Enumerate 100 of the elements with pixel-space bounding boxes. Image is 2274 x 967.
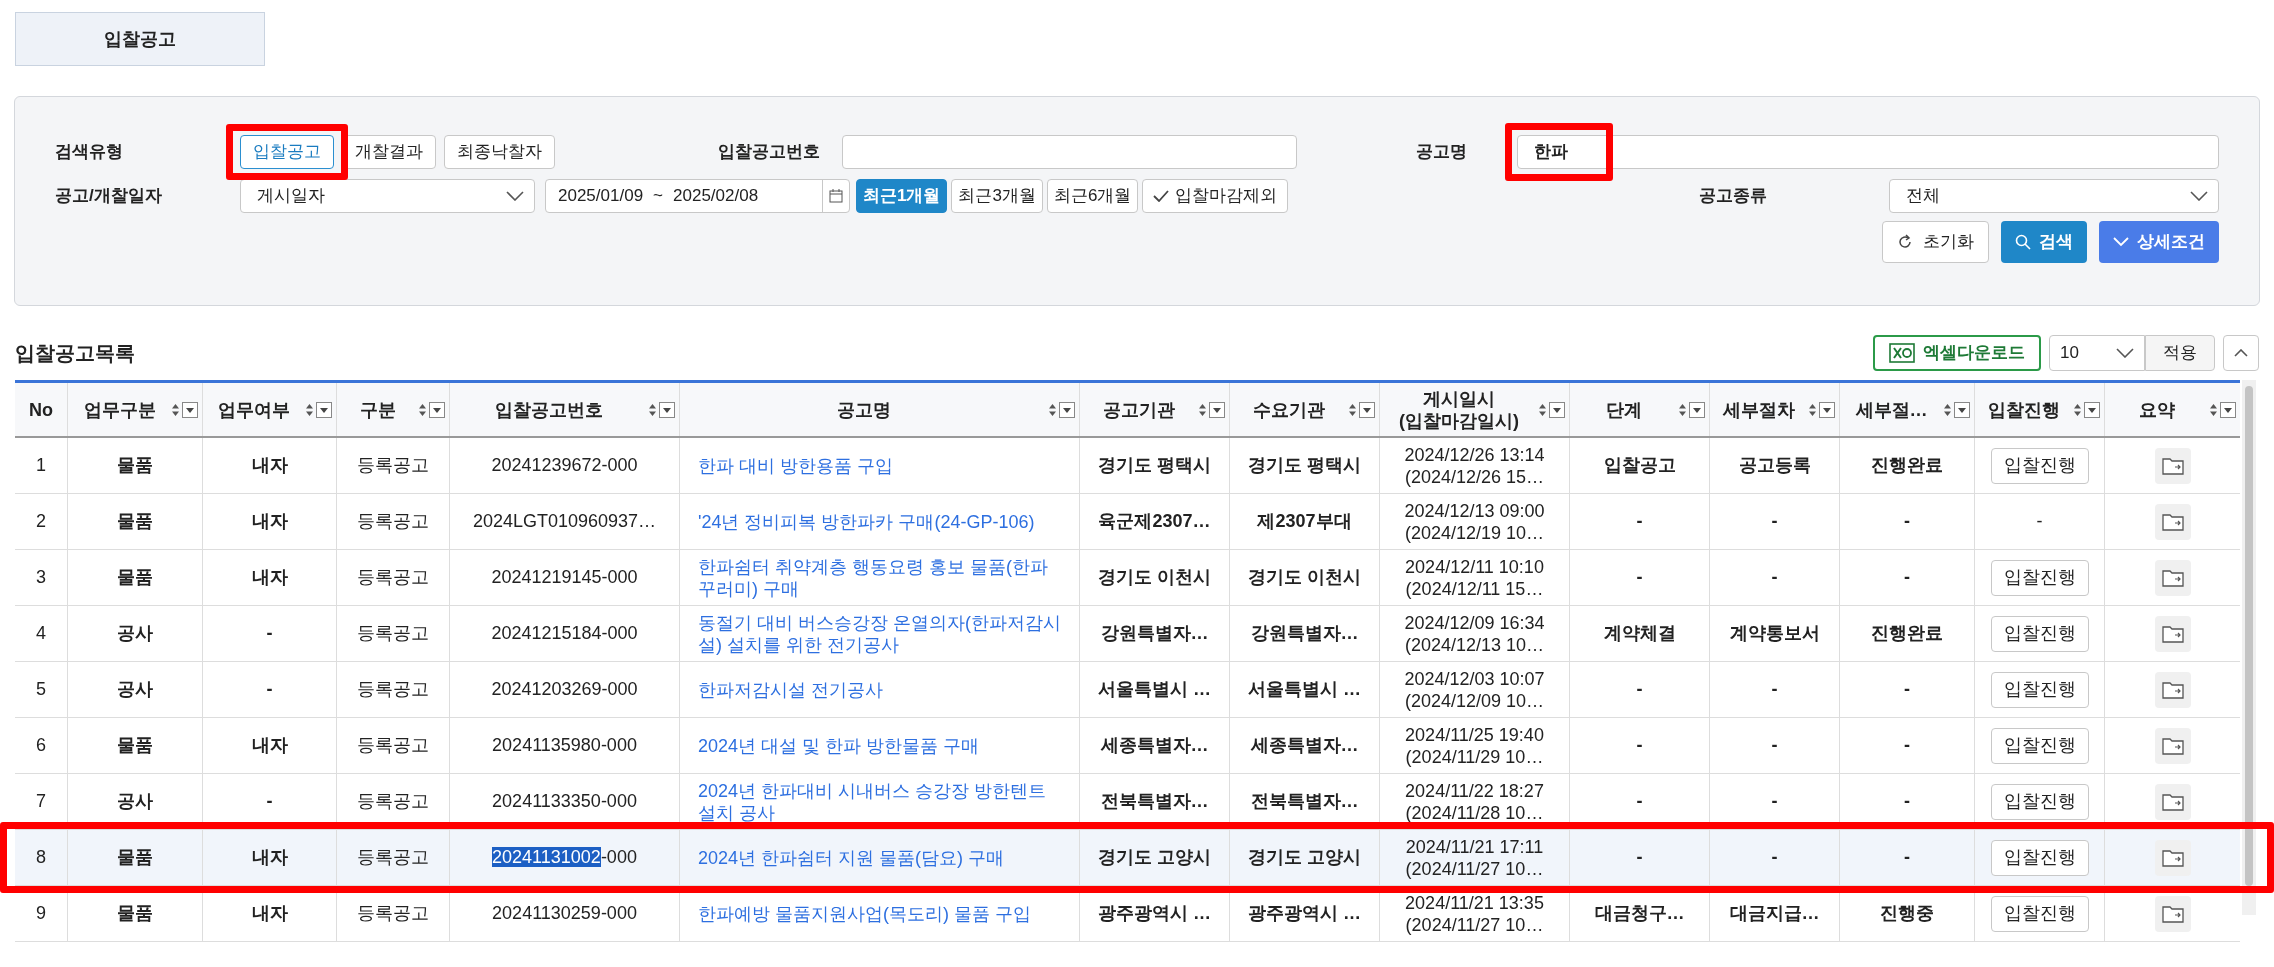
filter-dropdown-icon[interactable] — [1954, 401, 1970, 418]
notice-kind-select[interactable]: 전체 — [1889, 179, 2219, 213]
filter-dropdown-icon[interactable] — [1359, 401, 1375, 418]
sort-icon[interactable] — [1048, 402, 1057, 417]
excel-download-button[interactable]: 엑셀다운로드 — [1873, 335, 2041, 371]
filter-dropdown-icon[interactable] — [429, 401, 445, 418]
notice-title-link[interactable]: 2024년 한파쉼터 지원 물품(담요) 구매 — [698, 846, 1005, 869]
filter-dropdown-icon[interactable] — [1549, 401, 1565, 418]
notice-title-link[interactable]: 한파쉼터 취약계층 행동요령 홍보 물품(한파꾸러미) 구매 — [698, 555, 1061, 600]
search-type-button[interactable]: 입찰공고 — [240, 135, 334, 169]
sort-icon[interactable] — [305, 402, 314, 417]
folder-icon[interactable] — [2161, 512, 2184, 531]
notice-title-link[interactable]: 2024년 대설 및 한파 방한물품 구매 — [698, 734, 980, 757]
folder-icon[interactable] — [2161, 456, 2184, 475]
sort-icon[interactable] — [2073, 402, 2082, 417]
date-range-field[interactable]: 2025/01/09 ~ 2025/02/08 — [545, 179, 850, 213]
filter-dropdown-icon[interactable] — [2220, 401, 2236, 418]
notice-title-link[interactable]: 한파저감시설 전기공사 — [698, 678, 883, 701]
sort-icon[interactable] — [648, 402, 657, 417]
table-row[interactable]: 2 물품 내자 등록공고 2024LGT010960937… '24년 정비피복 방한파카 구매(24-GP-106) 육군제2307… 제2307부대 2024/12/13 09:00 (2024/12/19 10… - - - - — [15, 494, 2240, 550]
folder-icon[interactable] — [2161, 848, 2184, 867]
date-type-select[interactable]: 게시일자 — [240, 179, 535, 213]
posted-datetime: 2024/12/03 10:07 — [1404, 667, 1545, 690]
sort-icon[interactable] — [171, 402, 180, 417]
folder-icon[interactable] — [2161, 568, 2184, 587]
table-row[interactable]: 5 공사 - 등록공고 20241203269-000 한파저감시설 전기공사 서울특별시 … 서울특별시 … 2024/12/03 10:07 (2024/12/09 10… - - - 입찰진행 — [15, 662, 2240, 718]
demand-agency-cell-text: 경기도 평택시 — [1248, 454, 1361, 477]
filter-dropdown-icon[interactable] — [316, 401, 332, 418]
filter-dropdown-icon[interactable] — [1209, 401, 1225, 418]
sort-icon[interactable] — [2209, 402, 2218, 417]
apply-button[interactable]: 적용 — [2145, 335, 2215, 371]
filter-dropdown-icon[interactable] — [1059, 401, 1075, 418]
folder-icon[interactable] — [2161, 624, 2184, 643]
bid-progress-button[interactable]: 입찰진행 — [1990, 839, 2089, 876]
filter-dropdown-icon[interactable] — [1819, 401, 1835, 418]
sort-icon[interactable] — [1198, 402, 1207, 417]
filter-dropdown-icon[interactable] — [1689, 401, 1705, 418]
bid-progress-button[interactable]: 입찰진행 — [1990, 559, 2089, 596]
posted-datetime: 2024/12/11 10:10 — [1405, 555, 1544, 578]
page-tab[interactable]: 입찰공고 — [15, 12, 265, 66]
bid-progress-button[interactable]: 입찰진행 — [1990, 783, 2089, 820]
period-button[interactable]: 최근6개월 — [1046, 179, 1139, 213]
detail-step-cell-text: 계약통보서 — [1729, 622, 1820, 645]
folder-icon[interactable] — [2161, 904, 2184, 923]
column-header: 게시일시 (입찰마감일시) — [1398, 387, 1520, 432]
folder-icon[interactable] — [2161, 792, 2184, 811]
notice-title-link[interactable]: 한파예방 물품지원사업(목도리) 물품 구입 — [698, 902, 1031, 925]
domestic-cell-text: 내자 — [251, 566, 288, 589]
bid-number-cell-text: 20241215184-000 — [491, 622, 638, 645]
bid-progress-button[interactable]: 입찰진행 — [1990, 615, 2089, 652]
sort-icon[interactable] — [1348, 402, 1357, 417]
notice-title-link[interactable]: '24년 정비피복 방한파카 구매(24-GP-106) — [698, 510, 1035, 533]
bid-progress-button[interactable]: 입찰진행 — [1990, 671, 2089, 708]
search-type-button[interactable]: 최종낙찰자 — [444, 135, 555, 169]
scrollbar[interactable] — [2242, 380, 2256, 915]
table-row[interactable]: 8 물품 내자 등록공고 20241131002-000 2024년 한파쉼터 지원 물품(담요) 구매 경기도 고양시 경기도 고양시 2024/11/21 17:11 (2024/11/27 10… - - - 입찰진행 — [15, 830, 2240, 886]
bid-progress-button[interactable]: 입찰진행 — [1990, 727, 2089, 764]
row-number: 8 — [36, 846, 46, 869]
detail-step-cell-text: - — [1771, 566, 1778, 589]
sort-icon[interactable] — [1808, 402, 1817, 417]
notice-title-link[interactable]: 동절기 대비 버스승강장 온열의자(한파저감시설) 설치를 위한 전기공사 — [698, 611, 1061, 656]
bid-progress-button[interactable]: 입찰진행 — [1990, 447, 2089, 484]
calendar-icon[interactable] — [829, 189, 843, 203]
sort-icon[interactable] — [418, 402, 427, 417]
table-row[interactable]: 4 공사 - 등록공고 20241215184-000 동절기 대비 버스승강장 온열의자(한파저감시설) 설치를 위한 전기공사 강원특별자… 강원특별자… 2024/12/09 16:34 (2024/12/13 10… 계약체결 계약통보서 진행완료 입찰진행 — [15, 606, 2240, 662]
posted-datetime: 2024/12/09 16:34 — [1404, 611, 1545, 634]
agency-cell-text: 강원특별자… — [1100, 622, 1209, 645]
sort-icon[interactable] — [1538, 402, 1547, 417]
reset-icon — [1897, 234, 1913, 250]
notice-title-link[interactable]: 2024년 한파대비 시내버스 승강장 방한텐트 설치 공사 — [698, 779, 1061, 824]
sort-icon[interactable] — [1943, 402, 1952, 417]
search-button[interactable]: 검색 — [2001, 221, 2087, 263]
period-button[interactable]: 최근3개월 — [951, 179, 1043, 213]
notice-title-link[interactable]: 한파 대비 방한용품 구입 — [698, 454, 893, 477]
folder-icon[interactable] — [2161, 680, 2184, 699]
period-button[interactable]: 최근1개월 — [856, 179, 948, 213]
chevron-down-icon — [2116, 348, 2134, 358]
page-size-select[interactable]: 10 — [2049, 335, 2145, 371]
table-row[interactable]: 3 물품 내자 등록공고 20241219145-000 한파쉼터 취약계층 행동요령 홍보 물품(한파꾸러미) 구매 경기도 이천시 경기도 이천시 2024/12/11 10:10 (2024/12/11 15… - - - 입찰진행 — [15, 550, 2240, 606]
detail-conditions-button[interactable]: 상세조건 — [2099, 221, 2219, 263]
table-row[interactable]: 6 물품 내자 등록공고 20241135980-000 2024년 대설 및 한파 방한물품 구매 세종특별자… 세종특별자… 2024/11/25 19:40 (2024/11/29 10… - - - 입찰진행 — [15, 718, 2240, 774]
detail-status-cell-text: - — [1904, 566, 1910, 589]
filter-dropdown-icon[interactable] — [659, 401, 675, 418]
folder-icon[interactable] — [2161, 736, 2184, 755]
bid-number-field[interactable] — [842, 135, 1297, 169]
detail-status-cell-text: - — [1904, 678, 1910, 701]
filter-dropdown-icon[interactable] — [2084, 401, 2100, 418]
deadline-datetime: (2024/12/26 15… — [1404, 465, 1545, 488]
table-row[interactable]: 1 물품 내자 등록공고 20241239672-000 한파 대비 방한용품 구입 경기도 평택시 경기도 평택시 2024/12/26 13:14 (2024/12/26 15… 입찰공고 공고등록 진행완료 입찰진행 — [15, 438, 2240, 494]
excel-icon — [1889, 343, 1915, 363]
collapse-button[interactable] — [2223, 335, 2259, 371]
business-type-cell-text: 물품 — [117, 566, 153, 589]
sort-icon[interactable] — [1678, 402, 1687, 417]
title-field[interactable]: 한파 — [1517, 135, 2219, 169]
domestic-cell-text: 내자 — [251, 734, 288, 757]
filter-dropdown-icon[interactable] — [182, 401, 198, 418]
category-cell-text: 등록공고 — [357, 846, 429, 869]
bid-progress-button[interactable]: 입찰진행 — [1990, 895, 2089, 932]
exclude-closed-checkbox[interactable]: 입찰마감제외 — [1142, 179, 1289, 213]
reset-button[interactable]: 초기화 — [1882, 221, 1989, 263]
